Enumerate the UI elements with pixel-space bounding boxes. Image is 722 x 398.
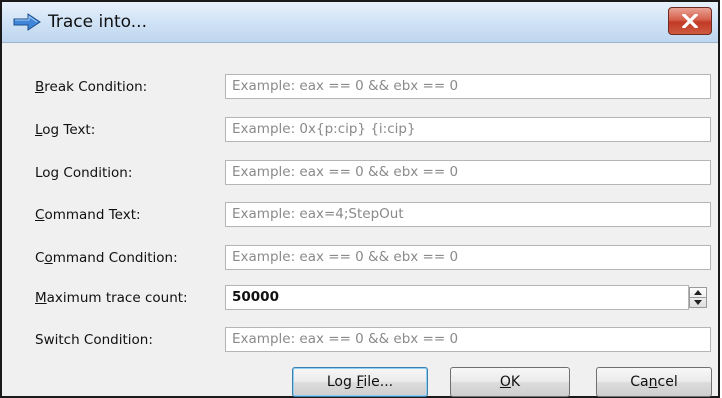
- log-condition-input[interactable]: Example: eax == 0 && ebx == 0: [225, 160, 711, 185]
- log-text-input[interactable]: Example: 0x{p:cip} {i:cip}: [225, 117, 711, 142]
- log-file-button[interactable]: Log File...: [292, 367, 428, 397]
- command-condition-label: Command Condition:: [35, 250, 178, 266]
- switch-condition-label: Switch Condition:: [35, 332, 153, 348]
- command-text-label: Command Text:: [35, 207, 141, 223]
- cancel-button[interactable]: Cancel: [596, 367, 712, 397]
- blue-arrow-icon: [13, 13, 41, 31]
- maximum-trace-count-label: Maximum trace count:: [35, 290, 188, 306]
- dialog-body: Break Condition: Example: eax == 0 && eb…: [2, 43, 718, 397]
- ok-button[interactable]: OK: [450, 367, 570, 397]
- log-condition-label: Log Condition:: [35, 165, 133, 181]
- command-condition-input[interactable]: Example: eax == 0 && ebx == 0: [225, 245, 711, 270]
- command-text-input[interactable]: Example: eax=4;StepOut: [225, 202, 711, 227]
- trace-into-dialog: Trace into... Break Condition: Example: …: [0, 0, 720, 398]
- close-icon: [682, 14, 698, 28]
- switch-condition-input[interactable]: Example: eax == 0 && ebx == 0: [225, 327, 711, 352]
- maximum-trace-count-spinbox[interactable]: 50000: [225, 285, 689, 310]
- log-text-label: Log Text:: [35, 122, 96, 138]
- window-title: Trace into...: [48, 12, 147, 32]
- break-condition-input[interactable]: Example: eax == 0 && ebx == 0: [225, 74, 711, 99]
- title-bar[interactable]: Trace into...: [2, 2, 718, 43]
- spin-down-icon[interactable]: [694, 300, 702, 305]
- spin-up-icon[interactable]: [694, 290, 702, 295]
- break-condition-label: Break Condition:: [35, 79, 148, 95]
- spin-buttons[interactable]: [689, 287, 707, 308]
- close-button[interactable]: [668, 7, 712, 35]
